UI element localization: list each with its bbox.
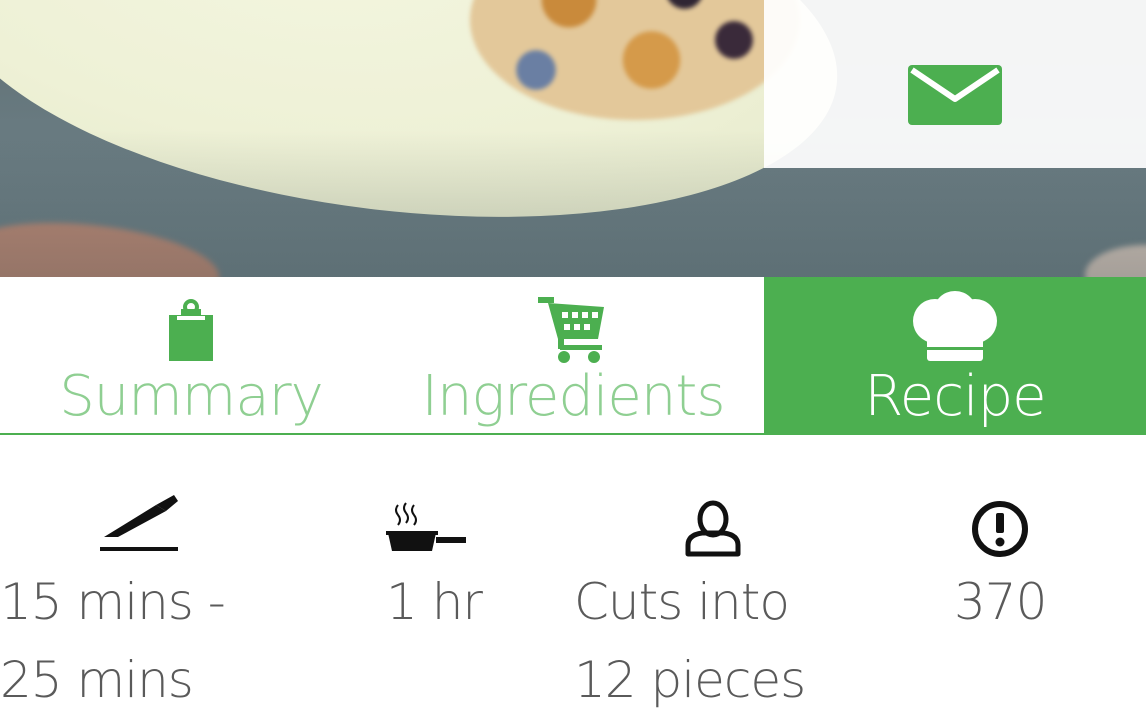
email-button[interactable] — [764, 0, 1146, 168]
tab-ingredients-label: Ingredients — [421, 364, 725, 429]
recipe-stats: 15 mins - 25 mins 1 hr Cuts into 12 piec… — [0, 435, 1146, 716]
tab-summary-label: Summary — [59, 364, 324, 429]
tab-recipe-label: Recipe — [864, 364, 1046, 429]
frying-pan-icon — [386, 501, 468, 561]
person-icon — [684, 499, 742, 561]
clipboard-icon — [167, 297, 215, 363]
knife-icon — [98, 495, 180, 559]
tab-recipe[interactable]: Recipe — [764, 277, 1146, 435]
tab-summary[interactable]: Summary — [0, 277, 382, 435]
stat-prep-line1: 15 mins - — [0, 573, 226, 631]
stat-servings-line1: Cuts into — [574, 573, 790, 631]
stat-calories-line1: 370 — [954, 573, 1047, 631]
envelope-icon — [908, 65, 1002, 125]
stat-cook-line1: 1 hr — [386, 573, 483, 631]
tab-bar: Summary Ingredients Recipe — [0, 277, 1146, 435]
hero-image — [0, 0, 1146, 277]
chef-hat-icon — [909, 291, 1001, 363]
alert-circle-icon — [970, 499, 1030, 563]
shopping-cart-icon — [538, 297, 608, 363]
stat-servings-line2: 12 pieces — [574, 651, 806, 709]
stat-prep-line2: 25 mins — [0, 651, 194, 709]
tab-ingredients[interactable]: Ingredients — [382, 277, 764, 435]
